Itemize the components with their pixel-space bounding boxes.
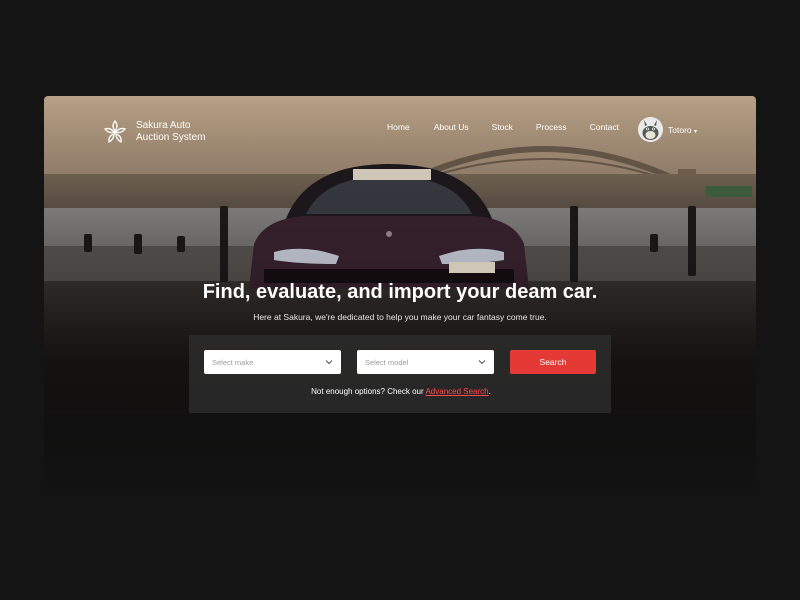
user-name: Totoro (668, 125, 692, 135)
logo[interactable]: Sakura Auto Auction System (100, 117, 205, 147)
hero-headline: Find, evaluate, and import your deam car… (202, 281, 598, 303)
hero-subline: Here at Sakura, we're dedicated to help … (253, 312, 547, 322)
car-windshield-banner (353, 169, 431, 180)
street-sign (706, 186, 752, 197)
select-make[interactable]: Select make (204, 350, 341, 374)
select-model[interactable]: Select model (357, 350, 494, 374)
advanced-search-note: Not enough options? Check our Advanced S… (290, 387, 512, 396)
totoro-avatar-icon (638, 117, 663, 142)
nav-about-us[interactable]: About Us (434, 122, 469, 132)
chevron-down-icon: ▾ (694, 129, 698, 135)
brand-name: Sakura Auto Auction System (136, 120, 205, 144)
advanced-search-prefix: Not enough options? Check our (311, 387, 426, 396)
page: Sakura Auto Auction System Home About Us… (0, 0, 800, 600)
select-model-placeholder: Select model (365, 357, 409, 367)
user-menu[interactable]: Totoro ▾ (668, 125, 697, 135)
user-avatar[interactable] (638, 117, 663, 142)
nav-stock[interactable]: Stock (492, 122, 513, 132)
advanced-search-suffix: . (488, 387, 491, 396)
brand-name-line2: Auction System (136, 132, 206, 143)
search-button[interactable]: Search (510, 350, 596, 374)
select-make-placeholder: Select make (212, 357, 254, 367)
nav-contact[interactable]: Contact (590, 122, 619, 132)
nav-process[interactable]: Process (536, 122, 567, 132)
main-nav: Home About Us Stock Process Contact (370, 122, 619, 132)
sakura-flower-icon (103, 119, 127, 144)
chevron-down-icon (478, 360, 486, 365)
brand-name-line1: Sakura Auto (136, 120, 191, 131)
search-panel (189, 335, 611, 413)
nav-home[interactable]: Home (387, 122, 410, 132)
advanced-search-link[interactable]: Advanced Search (425, 387, 488, 396)
chevron-down-icon (325, 360, 333, 365)
license-plate (449, 262, 495, 273)
